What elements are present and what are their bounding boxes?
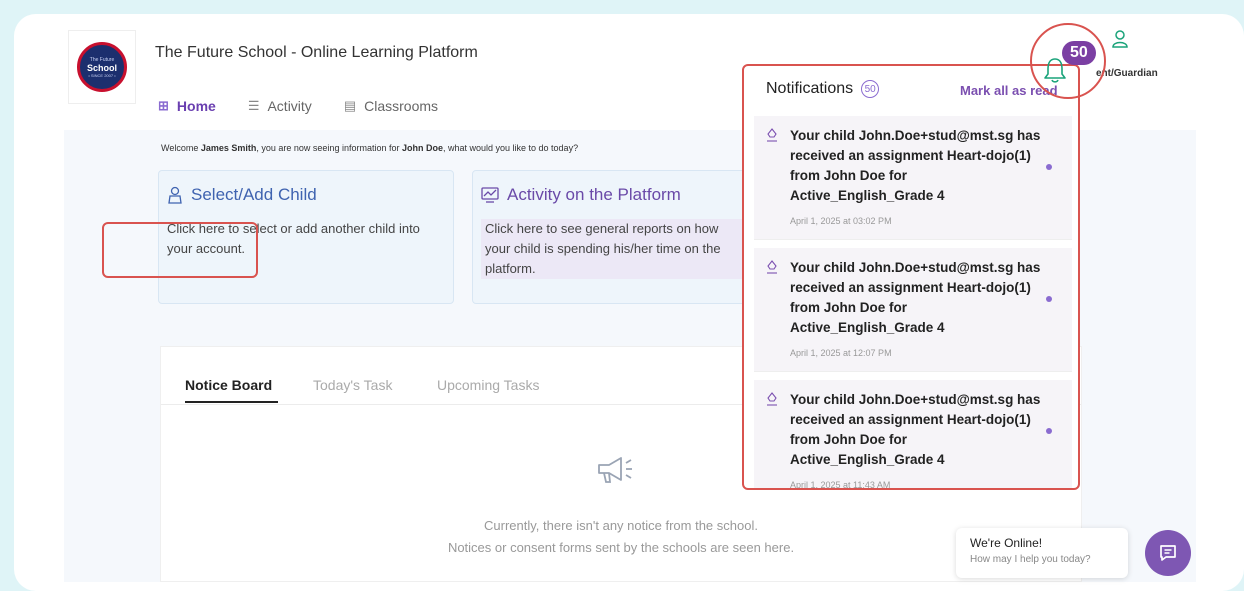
logo-word: School [86, 62, 117, 73]
nav-classrooms[interactable]: ▤ Classrooms [344, 98, 438, 114]
notification-item[interactable]: Your child John.Doe+stud@mst.sg has rece… [754, 248, 1072, 372]
unread-dot [1046, 164, 1052, 170]
list-icon: ☰ [247, 98, 260, 113]
chat-line-1: We're Online! [970, 536, 1043, 550]
unread-dot [1046, 428, 1052, 434]
notifications-header: Notifications 50 [766, 80, 880, 98]
pen-icon [767, 260, 777, 274]
card-title-text: Select/Add Child [191, 185, 317, 204]
card-title-text: Activity on the Platform [507, 185, 681, 204]
tab-notice-board[interactable]: Notice Board [185, 377, 279, 403]
megaphone-icon [598, 457, 632, 483]
child-name: John Doe [401, 143, 443, 153]
notifications-title: Notifications [766, 80, 854, 97]
welcome-prefix: Welcome [161, 143, 201, 153]
user-role[interactable]: ent/Guardian [1096, 68, 1158, 79]
notifications-panel: Notifications 50 Mark all as read Your c… [742, 64, 1080, 490]
user-icon[interactable] [1112, 30, 1128, 53]
chat-button[interactable] [1145, 530, 1191, 576]
nav-home[interactable]: ⊞ Home [158, 98, 216, 114]
chat-line-2: How may I help you today? [970, 554, 1091, 565]
notice-board-highlight [102, 222, 258, 278]
pen-icon [767, 128, 777, 142]
pen-icon [767, 392, 777, 406]
welcome-suffix: , what would you like to do today? [442, 143, 579, 153]
notifications-count: 50 [861, 80, 880, 98]
notification-message: Your child John.Doe+stud@mst.sg has rece… [790, 128, 1041, 203]
logo-bottom-text: • SINCE 2007 • [88, 72, 116, 78]
notification-bell-button[interactable]: 50 [1030, 23, 1106, 99]
parent-name: James Smith [200, 143, 257, 153]
bell-icon [1044, 58, 1066, 83]
school-logo-badge: The Future School • SINCE 2007 • [77, 42, 127, 92]
chart-icon [481, 187, 499, 203]
unread-dot [1046, 296, 1052, 302]
empty-state-text: Currently, there isn't any notice from t… [161, 515, 1081, 559]
chat-icon [1160, 545, 1176, 561]
empty-line-2: Notices or consent forms sent by the sch… [447, 540, 795, 555]
child-icon [168, 186, 182, 204]
welcome-message: Welcome James Smith, you are now seeing … [161, 143, 578, 153]
main-nav: ⊞ Home ☰ Activity ▤ Classrooms [158, 98, 438, 114]
nav-activity[interactable]: ☰ Activity [248, 98, 312, 114]
tab-upcoming-tasks[interactable]: Upcoming Tasks [437, 377, 539, 393]
app-title: The Future School - Online Learning Plat… [155, 44, 478, 61]
welcome-middle: , you are now seeing information for [256, 143, 402, 153]
notification-badge: 50 [1062, 41, 1096, 65]
notification-time: April 1, 2025 at 03:02 PM [790, 216, 892, 226]
document-icon: ▤ [343, 98, 357, 113]
grid-icon: ⊞ [158, 98, 169, 113]
card-title: Select/Add Child [167, 185, 445, 205]
empty-line-1: Currently, there isn't any notice from t… [484, 518, 758, 533]
nav-activity-label: Activity [267, 98, 312, 114]
tab-todays-task[interactable]: Today's Task [313, 377, 392, 393]
school-logo[interactable]: The Future School • SINCE 2007 • [68, 30, 136, 104]
notification-item[interactable]: Your child John.Doe+stud@mst.sg has rece… [754, 380, 1072, 490]
nav-home-label: Home [176, 98, 216, 114]
app-frame: The Future School • SINCE 2007 • The Fut… [14, 14, 1244, 591]
activity-platform-card[interactable]: Activity on the Platform Click here to s… [472, 170, 752, 304]
notification-time: April 1, 2025 at 11:43 AM [790, 480, 891, 490]
notification-message: Your child John.Doe+stud@mst.sg has rece… [790, 392, 1041, 467]
nav-classrooms-label: Classrooms [364, 98, 439, 114]
card-description: Click here to see general reports on how… [481, 219, 743, 279]
card-title: Activity on the Platform [481, 185, 743, 205]
notification-item[interactable]: Your child John.Doe+stud@mst.sg has rece… [754, 116, 1072, 240]
chat-greeting-bubble[interactable]: We're Online! How may I help you today? [956, 528, 1128, 578]
notification-time: April 1, 2025 at 12:07 PM [790, 348, 892, 358]
notification-message: Your child John.Doe+stud@mst.sg has rece… [790, 260, 1041, 335]
